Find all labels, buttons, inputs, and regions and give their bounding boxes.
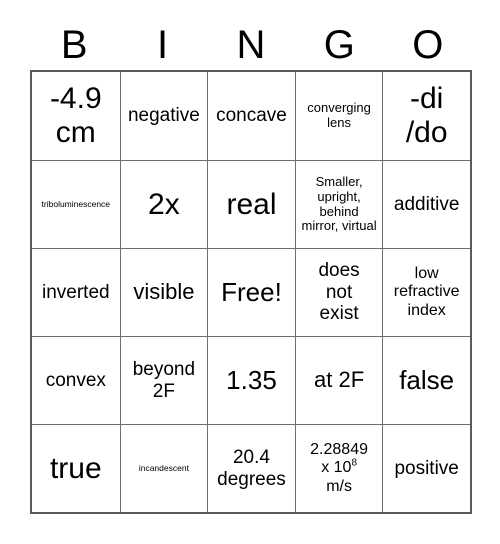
bingo-row: triboluminescence 2x real Smaller, upright,…: [32, 160, 470, 248]
bingo-cell-label: beyond 2F: [132, 359, 196, 402]
bingo-cell[interactable]: low refractive index: [382, 249, 470, 336]
bingo-header-letter-i: I: [157, 23, 169, 67]
bingo-cell[interactable]: at 2F: [294, 337, 383, 424]
bingo-grid: -4.9 cm negative concave converging lens -di…: [30, 70, 472, 514]
bingo-cell[interactable]: 1.35: [207, 337, 295, 424]
bingo-header-letter-o: O: [412, 23, 444, 67]
bingo-row: -4.9 cm negative concave converging lens -di…: [32, 72, 470, 160]
bingo-cell[interactable]: visible: [119, 249, 208, 336]
bingo-header-letter-n: N: [236, 23, 266, 67]
bingo-cell-label: triboluminescence: [41, 198, 111, 209]
bingo-cell-label: 20.4 degrees: [217, 447, 286, 490]
bingo-cell[interactable]: does not exist: [294, 249, 383, 336]
bingo-cell[interactable]: 2.28849 x 108 m/s: [294, 425, 383, 512]
bingo-cell-label: 2.28849 x 108 m/s: [310, 441, 368, 495]
bingo-cell-label: additive: [393, 193, 460, 215]
bingo-cell[interactable]: 20.4 degrees: [207, 425, 295, 512]
bingo-cell-label: -4.9 cm: [49, 82, 102, 149]
bingo-cell[interactable]: positive: [382, 425, 470, 512]
bingo-cell[interactable]: converging lens: [294, 72, 383, 160]
bingo-cell-label: low refractive index: [393, 265, 460, 319]
bingo-cell-label: Smaller, upright, behind mirror, virtual: [301, 174, 377, 234]
bingo-cell[interactable]: concave: [207, 72, 295, 160]
bingo-cell[interactable]: real: [207, 161, 295, 248]
bingo-cell-label: false: [399, 364, 455, 395]
bingo-cell-label: true: [49, 451, 102, 485]
bingo-cell[interactable]: Smaller, upright, behind mirror, virtual: [294, 161, 383, 248]
bingo-row: convex beyond 2F 1.35 at 2F false: [32, 336, 470, 424]
bingo-cell-label: -di /do: [405, 82, 448, 149]
bingo-cell-label: incandescent: [138, 462, 189, 473]
bingo-card: B I N G O -4.9 cm negative concave convergi…: [30, 20, 472, 514]
bingo-header-letter-b: B: [60, 23, 88, 67]
bingo-cell-label: Free!: [221, 276, 282, 307]
bingo-cell[interactable]: inverted: [32, 249, 120, 336]
bingo-cell-label: concave: [216, 105, 287, 127]
bingo-cell[interactable]: 2x: [119, 161, 208, 248]
bingo-cell-label: does not exist: [318, 260, 360, 325]
bingo-cell-label: convex: [45, 369, 106, 391]
bingo-row: inverted visible Free! does not exist low re…: [32, 248, 470, 336]
bingo-cell-label: real: [226, 187, 277, 221]
bingo-header-row: B I N G O: [30, 20, 472, 70]
bingo-cell[interactable]: incandescent: [119, 425, 208, 512]
bingo-cell-label: visible: [133, 279, 195, 305]
bingo-cell-label: converging lens: [307, 100, 371, 130]
bingo-cell[interactable]: convex: [32, 337, 120, 424]
bingo-cell[interactable]: false: [382, 337, 470, 424]
bingo-row: true incandescent 20.4 degrees 2.28849 x 10…: [32, 424, 470, 512]
bingo-cell-label: 1.35: [226, 364, 277, 395]
bingo-cell[interactable]: additive: [382, 161, 470, 248]
bingo-cell[interactable]: true: [32, 425, 120, 512]
bingo-cell[interactable]: -di /do: [382, 72, 470, 160]
bingo-cell[interactable]: Free!: [207, 249, 295, 336]
bingo-cell-label: inverted: [41, 281, 110, 303]
bingo-cell[interactable]: negative: [119, 72, 208, 160]
bingo-cell[interactable]: -4.9 cm: [32, 72, 120, 160]
bingo-cell-label: at 2F: [314, 367, 365, 393]
bingo-cell[interactable]: triboluminescence: [32, 161, 120, 248]
bingo-cell-label: negative: [127, 105, 200, 127]
bingo-cell-label: 2x: [148, 187, 180, 221]
bingo-cell[interactable]: beyond 2F: [119, 337, 208, 424]
bingo-cell-label: positive: [394, 457, 459, 479]
bingo-header-letter-g: G: [323, 23, 355, 67]
